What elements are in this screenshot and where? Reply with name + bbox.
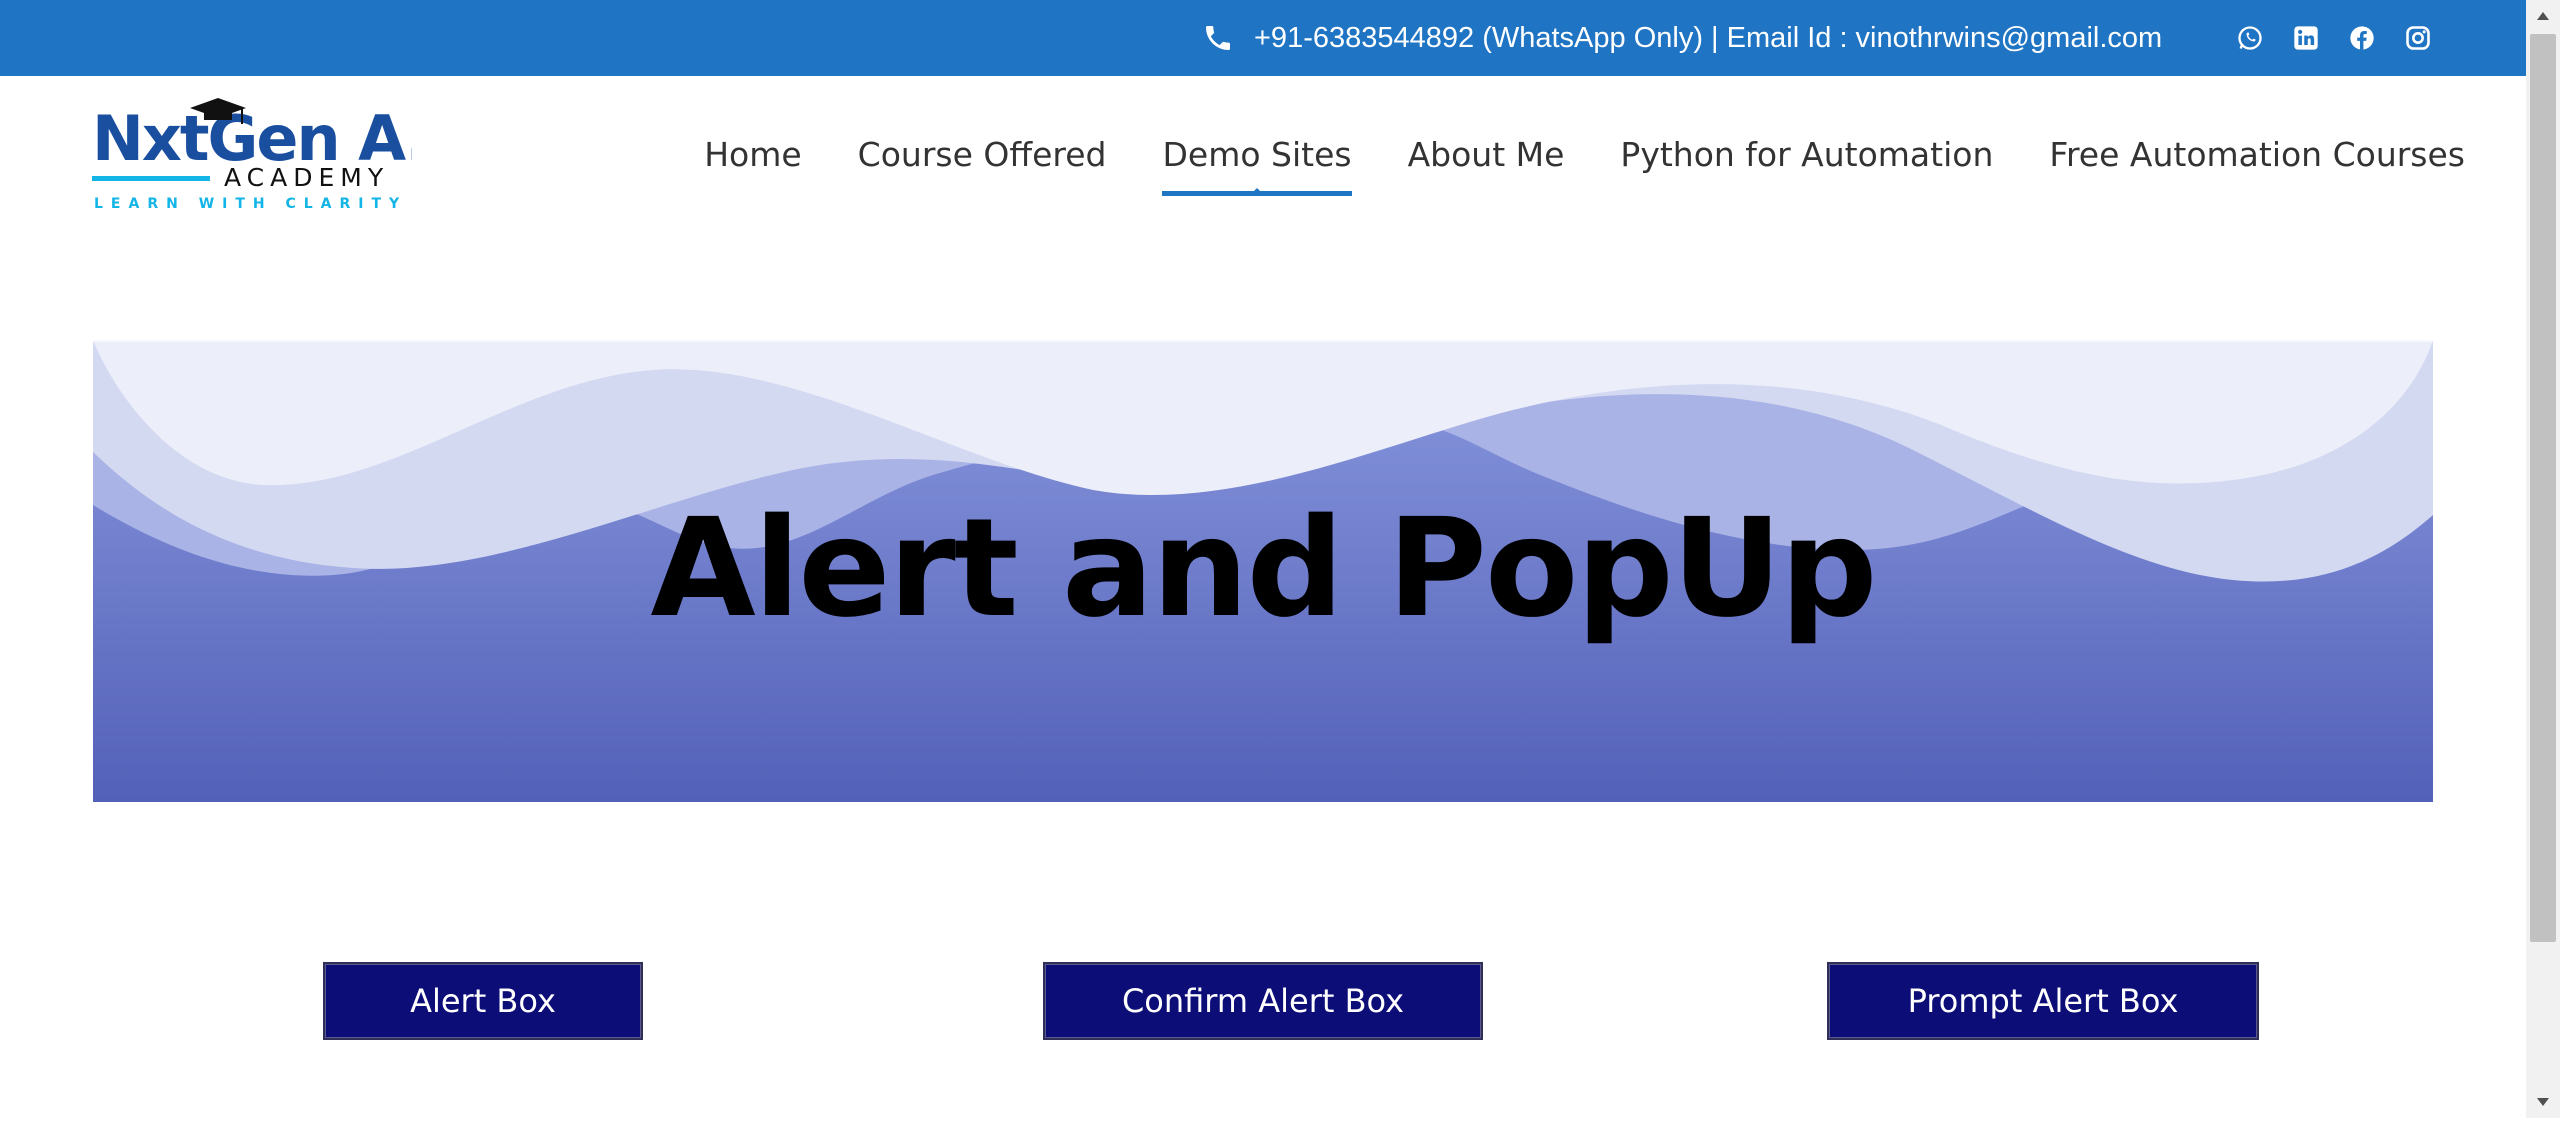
logo-tagline: LEARN WITH CLARITY xyxy=(94,196,407,212)
instagram-icon[interactable] xyxy=(2404,24,2432,52)
hero-banner: Alert and PopUp xyxy=(93,340,2433,802)
nav-about-me[interactable]: About Me xyxy=(1408,135,1565,174)
nav-home[interactable]: Home xyxy=(704,135,801,174)
prompt-alert-box-button[interactable]: Prompt Alert Box xyxy=(1827,962,2259,1040)
nav-python-for-automation[interactable]: Python for Automation xyxy=(1620,135,1993,174)
phone-icon xyxy=(1202,22,1234,54)
linkedin-icon[interactable] xyxy=(2292,24,2320,52)
scroll-down-arrow-icon[interactable] xyxy=(2526,1084,2560,1118)
page-scrollbar[interactable] xyxy=(2526,0,2560,1118)
site-logo[interactable]: NxtGen A.I ACADEMY LEARN WITH CLARITY xyxy=(92,98,450,216)
contact-info: +91-6383544892 (WhatsApp Only) | Email I… xyxy=(1202,0,2162,76)
confirm-alert-box-button[interactable]: Confirm Alert Box xyxy=(1043,962,1483,1040)
facebook-icon[interactable] xyxy=(2348,24,2376,52)
alert-box-button[interactable]: Alert Box xyxy=(323,962,643,1040)
nav-demo-sites[interactable]: Demo Sites xyxy=(1162,135,1352,196)
scrollbar-thumb[interactable] xyxy=(2530,34,2556,942)
nav-course-offered[interactable]: Course Offered xyxy=(858,135,1107,174)
top-contact-bar: +91-6383544892 (WhatsApp Only) | Email I… xyxy=(0,0,2526,76)
social-links xyxy=(2236,0,2432,76)
page-title: Alert and PopUp xyxy=(650,490,1877,648)
main-nav: Home Course Offered Demo Sites About Me … xyxy=(704,128,2465,196)
whatsapp-icon[interactable] xyxy=(2236,24,2264,52)
scroll-up-arrow-icon[interactable] xyxy=(2526,0,2560,34)
nav-free-automation-courses[interactable]: Free Automation Courses xyxy=(2049,135,2465,174)
logo-sub: ACADEMY xyxy=(224,163,389,192)
contact-text: +91-6383544892 (WhatsApp Only) | Email I… xyxy=(1254,21,2163,54)
